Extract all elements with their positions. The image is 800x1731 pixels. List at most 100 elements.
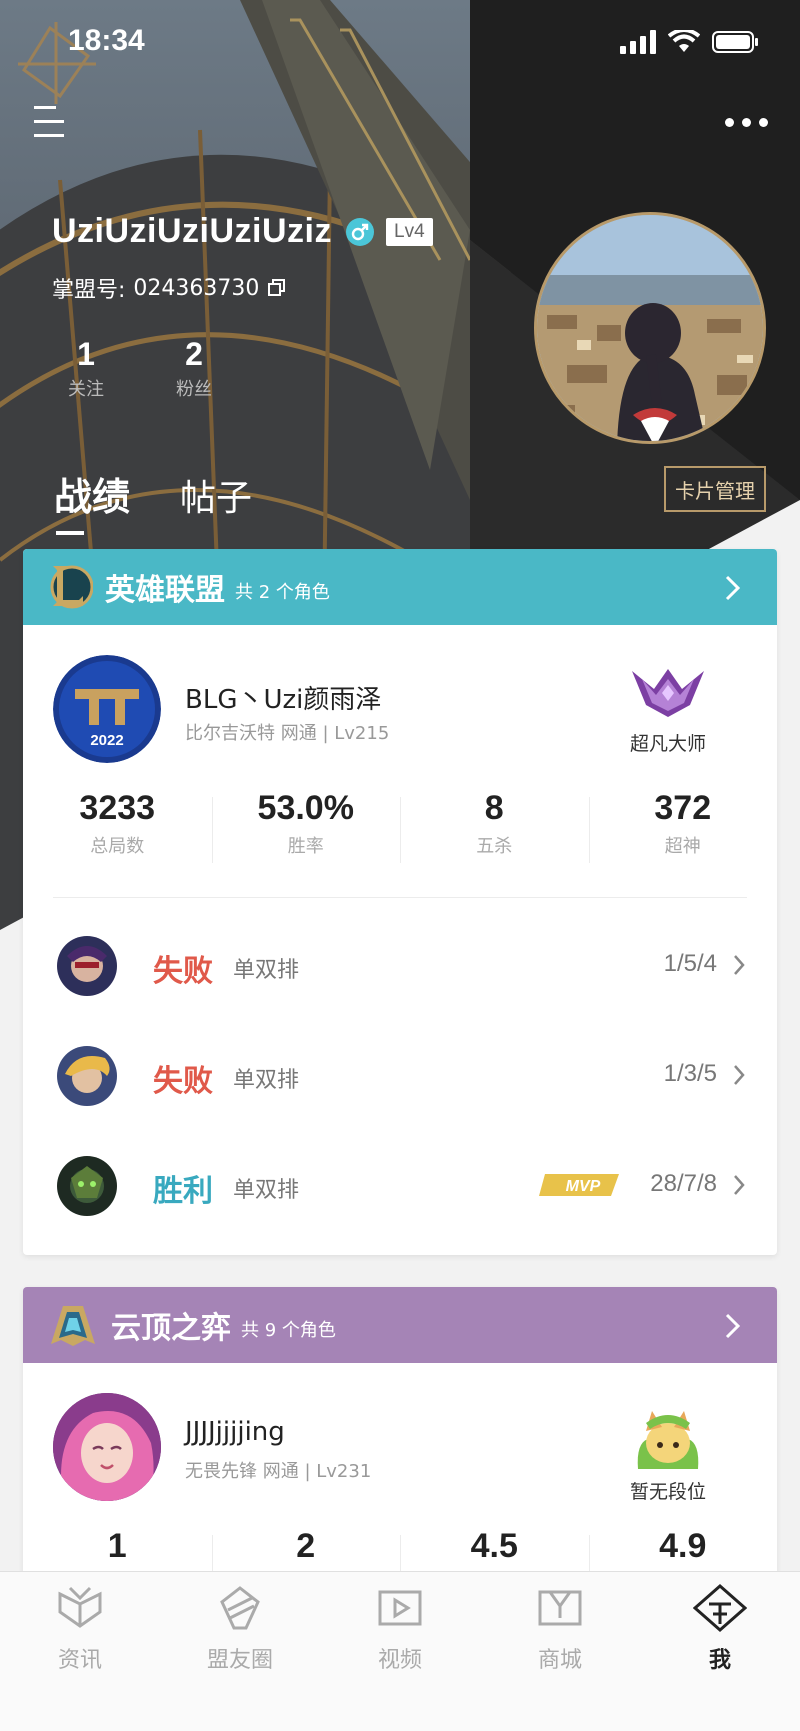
lol-logo-icon <box>50 565 93 609</box>
lol-rank-label: 超凡大师 <box>629 733 706 755</box>
tft-player-row[interactable]: JJJJjjjjing 无畏先锋 网通 | Lv231 暂无段位 <box>23 1363 777 1527</box>
mvp-label: MVP <box>566 1178 601 1195</box>
nav-shop[interactable]: 商城 <box>480 1572 640 1731</box>
friends-circle-icon <box>220 1586 260 1630</box>
nav-label: 视频 <box>377 1648 422 1673</box>
profile-tabs: 战绩 帖子 <box>54 466 252 535</box>
lol-rank: 超凡大师 <box>603 665 733 756</box>
more-dot-icon <box>725 118 734 127</box>
mvp-badge-icon: MVP <box>539 1174 619 1196</box>
chevron-right-icon <box>734 955 745 975</box>
tft-rank-label: 暂无段位 <box>629 1481 706 1503</box>
nav-friends-circle[interactable]: 盟友圈 <box>160 1572 320 1731</box>
tft-rank: 暂无段位 <box>603 1403 733 1504</box>
gender-male-icon <box>346 217 374 246</box>
champion-avatar <box>57 1156 117 1216</box>
nav-label: 我 <box>708 1648 731 1673</box>
stat-value: 4.5 <box>470 1527 518 1565</box>
lol-card: 英雄联盟 共 2 个角色 2022 BLG丶Uzi颜雨泽 比尔吉沃特 网通 | … <box>23 549 777 1255</box>
stat-value: 8 <box>484 789 504 827</box>
match-mode: 单双排 <box>233 1068 300 1093</box>
match-result: 胜利 <box>153 1174 213 1209</box>
lol-stats-row: 3233 总局数 53.0% 胜率 8 五杀 372 超神 <box>23 789 777 877</box>
tft-player-name: JJJJjjjjing <box>185 1417 285 1447</box>
following-label: 关注 <box>68 379 104 400</box>
lol-player-server: 比尔吉沃特 网通 | Lv215 <box>185 723 390 744</box>
match-row[interactable]: 胜利 单双排 MVP 28/7/8 <box>23 1130 777 1240</box>
stat-win-rate: 53.0% 胜率 <box>211 789 401 877</box>
tft-player-server: 无畏先锋 网通 | Lv231 <box>185 1461 372 1482</box>
shop-icon <box>538 1590 582 1626</box>
match-row[interactable]: 失败 单双排 1/5/4 <box>23 910 777 1020</box>
account-id-value: 024363730 <box>133 275 260 301</box>
stat-value: 1 <box>107 1527 127 1565</box>
lol-title: 英雄联盟 <box>105 573 225 608</box>
champion-avatar <box>57 936 117 996</box>
card-manage-button[interactable]: 卡片管理 <box>664 466 766 512</box>
user-avatar[interactable] <box>534 212 766 444</box>
news-icon <box>58 1586 102 1628</box>
lol-card-header[interactable]: 英雄联盟 共 2 个角色 <box>23 549 777 625</box>
nav-label: 商城 <box>537 1648 582 1673</box>
nav-video[interactable]: 视频 <box>320 1572 480 1731</box>
match-kda: 28/7/8 <box>650 1170 717 1197</box>
copy-icon[interactable] <box>267 278 287 298</box>
match-mode: 单双排 <box>233 958 300 983</box>
bottom-nav: 资讯 盟友圈 视频 商城 我 <box>0 1571 800 1731</box>
account-id-label: 掌盟号: <box>52 278 126 303</box>
lol-role-count: 共 2 个角色 <box>235 582 330 603</box>
chevron-right-icon <box>734 1065 745 1085</box>
status-time: 18:34 <box>68 24 145 57</box>
nav-me[interactable]: 我 <box>640 1572 800 1731</box>
level-badge: Lv4 <box>386 217 433 246</box>
stat-penta-kills: 8 五杀 <box>400 789 589 877</box>
video-icon <box>378 1590 422 1626</box>
status-icons <box>620 30 760 54</box>
match-kda: 1/3/5 <box>663 1060 717 1087</box>
match-mode: 单双排 <box>233 1178 300 1203</box>
more-button[interactable] <box>725 118 768 127</box>
following-count: 1 <box>77 336 95 372</box>
master-rank-icon <box>632 669 704 717</box>
stat-label: 总局数 <box>90 836 145 857</box>
stat-legendary: 372 超神 <box>588 789 778 877</box>
fans-label: 粉丝 <box>176 379 212 400</box>
stat-label: 胜率 <box>287 836 324 857</box>
tab-record[interactable]: 战绩 <box>54 466 130 535</box>
chevron-right-icon <box>734 1175 745 1195</box>
tft-player-avatar <box>53 1393 161 1501</box>
stat-total-games: 3233 总局数 <box>23 789 212 877</box>
lol-player-row[interactable]: 2022 BLG丶Uzi颜雨泽 比尔吉沃特 网通 | Lv215 超凡大师 <box>23 625 777 789</box>
match-kda: 1/5/4 <box>663 950 717 977</box>
lol-avatar-year: 2022 <box>90 732 123 749</box>
hamburger-icon <box>34 106 64 137</box>
tft-card: 云顶之弈 共 9 个角色 JJJJjjjjing 无畏先锋 网通 | Lv231 <box>23 1287 777 1587</box>
champion-avatar <box>57 1046 117 1106</box>
following-stat[interactable]: 1 关注 <box>68 336 104 401</box>
more-dot-icon <box>742 118 751 127</box>
me-icon <box>692 1584 748 1632</box>
match-result: 失败 <box>153 954 213 989</box>
stat-value: 53.0% <box>257 789 354 827</box>
chevron-right-icon <box>725 1313 741 1339</box>
lol-player-name: BLG丶Uzi颜雨泽 <box>185 685 382 715</box>
stat-label: 超神 <box>664 836 701 857</box>
account-id-row: 掌盟号: 024363730 <box>52 272 287 304</box>
tab-posts[interactable]: 帖子 <box>180 469 252 521</box>
wifi-icon <box>668 30 700 52</box>
username-row: UziUziUziUziUziz Lv4 <box>52 212 433 251</box>
fans-stat[interactable]: 2 粉丝 <box>176 336 212 401</box>
tft-card-header[interactable]: 云顶之弈 共 9 个角色 <box>23 1287 777 1363</box>
nav-news[interactable]: 资讯 <box>0 1572 160 1731</box>
stat-value: 4.9 <box>659 1527 707 1565</box>
more-dot-icon <box>759 118 768 127</box>
battery-icon <box>712 31 758 53</box>
unranked-pet-icon <box>637 1411 699 1469</box>
match-row[interactable]: 失败 单双排 1/3/5 <box>23 1020 777 1130</box>
tft-logo-icon <box>51 1306 95 1346</box>
menu-button[interactable] <box>34 104 68 140</box>
nav-label: 资讯 <box>57 1648 102 1673</box>
tft-role-count: 共 9 个角色 <box>241 1320 336 1341</box>
stat-value: 3233 <box>79 789 156 827</box>
nav-label: 盟友圈 <box>206 1648 273 1673</box>
